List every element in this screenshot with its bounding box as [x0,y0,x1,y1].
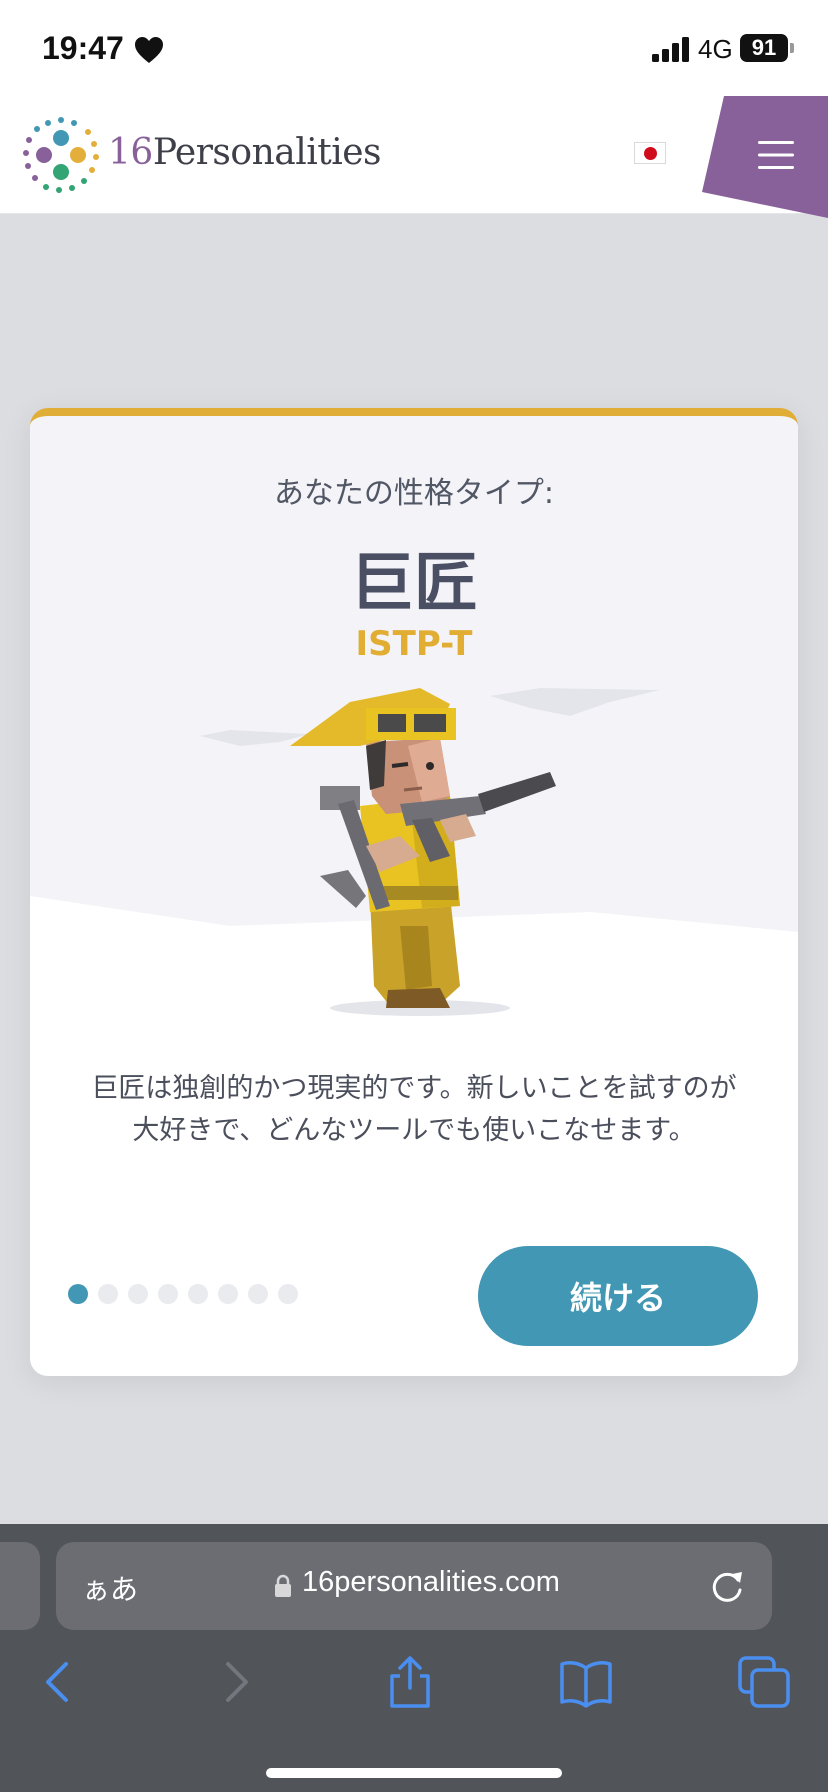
hamburger-menu-icon[interactable] [758,140,794,170]
pager-dot-4[interactable] [158,1284,178,1304]
status-time: 19:47 [42,30,124,66]
forward-arrow-icon[interactable] [206,1652,266,1712]
logo-wordmark[interactable]: 16Personalities [108,132,382,173]
type-label: あなたの性格タイプ: [273,476,555,511]
logo-number: 16 [108,132,153,173]
battery-level: 91 [751,35,777,60]
logo-word: Personalities [152,132,382,173]
network-type: 4G [698,34,733,64]
continue-button[interactable]: 続ける [478,1246,758,1346]
type-description: 巨匠は独創的かつ現実的です。新しいことを試すのが 大好きで、どんなツールでも使い… [70,1068,758,1152]
browser-toolbar: ぁあ 16personalities.com [0,1524,828,1792]
back-arrow-icon[interactable] [28,1652,88,1712]
pager-dot-7[interactable] [248,1284,268,1304]
previous-tab-peek[interactable] [0,1542,40,1630]
japan-flag-icon [644,147,657,160]
url-text[interactable]: 16personalities.com [302,1566,560,1599]
logo-dots-icon[interactable] [22,116,100,194]
address-bar[interactable]: ぁあ 16personalities.com [56,1542,772,1630]
type-name: 巨匠 [350,547,478,621]
pager-dot-2[interactable] [98,1284,118,1304]
bookmarks-icon[interactable] [556,1652,616,1712]
site-header: 16Personalities [0,96,828,218]
status-bar: 19:47 4G 91 [0,0,828,96]
pager-dot-3[interactable] [128,1284,148,1304]
virtuoso-character-illustration [200,688,660,1016]
reload-icon[interactable] [708,1566,746,1606]
share-icon[interactable] [380,1652,440,1712]
type-code: ISTP-T [355,624,473,664]
pager-dot-1[interactable] [68,1284,88,1304]
pager-dot-8[interactable] [278,1284,298,1304]
pager-dot-5[interactable] [188,1284,208,1304]
step-pager [68,1284,298,1306]
battery-tip [790,43,794,53]
heart-icon [135,37,163,63]
personality-result-card: あなたの性格タイプ: 巨匠 ISTP-T 巨匠は独創的かつ現実的です。新しいこと… [30,408,798,1376]
lock-icon [275,1574,291,1597]
pager-dot-6[interactable] [218,1284,238,1304]
signal-icon [652,37,689,62]
language-flag-button[interactable] [634,142,666,164]
description-line-1: 巨匠は独創的かつ現実的です。新しいことを試すのが [91,1073,737,1104]
tabs-icon[interactable] [734,1652,794,1712]
description-line-2: 大好きで、どんなツールでも使いこなせます。 [132,1115,696,1146]
home-indicator[interactable] [266,1768,562,1778]
page-settings-button[interactable]: ぁあ [82,1568,138,1608]
battery-indicator: 91 [740,34,788,62]
cloud-right [490,688,660,716]
